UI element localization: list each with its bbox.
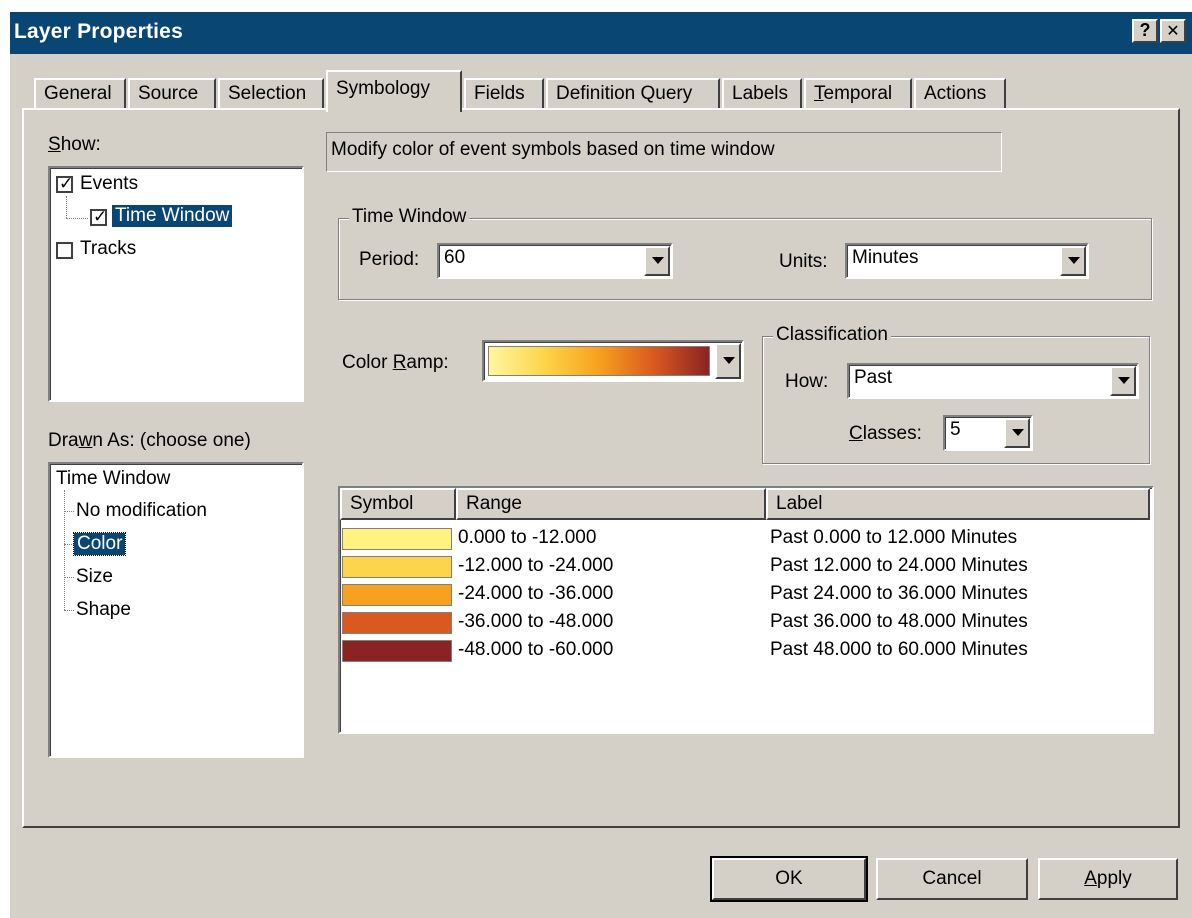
symbol-table[interactable]: Symbol Range Label 0.000 to -12.000 Past … (338, 486, 1154, 734)
units-dropdown-button[interactable] (1060, 246, 1086, 276)
layer-properties-dialog: Layer Properties ? ✕ General Source Sele… (8, 10, 1192, 918)
tab-labels[interactable]: Labels (722, 78, 802, 108)
help-button[interactable]: ? (1132, 19, 1158, 43)
tracks-checkbox[interactable] (56, 242, 73, 259)
column-header-symbol[interactable]: Symbol (340, 488, 456, 520)
check-icon: ✓ (59, 174, 74, 193)
range-cell[interactable]: 0.000 to -12.000 (458, 527, 596, 549)
show-label: Show: (48, 134, 101, 155)
chevron-down-icon (1068, 257, 1080, 264)
period-combo[interactable]: 60 (437, 243, 673, 279)
drawn-as-label: Drawn As: (choose one) (48, 430, 251, 451)
how-combo[interactable]: Past (847, 363, 1139, 399)
tree-connector (64, 577, 74, 578)
how-value: Past (854, 367, 893, 388)
ok-button[interactable]: OK (710, 856, 868, 902)
range-cell[interactable]: -12.000 to -24.000 (458, 555, 613, 577)
range-cell[interactable]: -48.000 to -60.000 (458, 639, 613, 661)
tab-actions[interactable]: Actions (914, 78, 1006, 108)
time-window-group-title: Time Window (349, 206, 470, 228)
color-ramp-combo[interactable] (482, 340, 744, 382)
chevron-down-icon (652, 257, 664, 264)
tab-general[interactable]: General (34, 78, 126, 108)
tree-connector (64, 490, 65, 610)
check-icon: ✓ (93, 207, 108, 226)
tab-symbology[interactable]: Symbology (326, 70, 462, 112)
chevron-down-icon (723, 357, 735, 364)
show-tree[interactable]: ✓ Events ✓ Time Window Tracks (48, 166, 304, 402)
color-ramp-dropdown-button[interactable] (715, 343, 741, 379)
how-label: How: (785, 371, 829, 392)
classification-group: Classification How: Past Classes: 5 (762, 324, 1150, 464)
chevron-down-icon (1012, 429, 1024, 436)
label-cell[interactable]: Past 24.000 to 36.000 Minutes (770, 583, 1028, 605)
tab-strip: General Source Selection Symbology Field… (10, 70, 1192, 112)
drawn-as-tree[interactable]: Time Window No modification Color Size S… (48, 462, 304, 758)
apply-button[interactable]: Apply (1038, 858, 1178, 900)
description-text: Modify color of event symbols based on t… (331, 139, 775, 160)
classes-value: 5 (950, 419, 961, 440)
close-button[interactable]: ✕ (1160, 19, 1186, 43)
close-icon: ✕ (1166, 23, 1180, 40)
tracks-label[interactable]: Tracks (80, 238, 136, 260)
tree-connector (66, 218, 88, 219)
title-bar[interactable]: Layer Properties ? ✕ (10, 12, 1192, 54)
column-header-label[interactable]: Label (766, 488, 1150, 520)
classes-combo[interactable]: 5 (943, 415, 1033, 451)
drawn-as-size[interactable]: Size (76, 566, 113, 588)
time-window-label[interactable]: Time Window (112, 205, 233, 227)
color-ramp-label: Color Ramp: (342, 352, 449, 373)
tab-selection[interactable]: Selection (218, 78, 324, 108)
tree-connector (64, 511, 74, 512)
label-cell[interactable]: Past 48.000 to 60.000 Minutes (770, 639, 1028, 661)
symbol-swatch[interactable] (342, 528, 452, 550)
events-checkbox[interactable]: ✓ (56, 174, 74, 193)
classes-dropdown-button[interactable] (1004, 418, 1030, 448)
tab-temporal[interactable]: Temporal (804, 78, 912, 108)
description-box: Modify color of event symbols based on t… (326, 132, 1002, 172)
window-title: Layer Properties (14, 20, 183, 43)
tab-source[interactable]: Source (128, 78, 216, 108)
period-value: 60 (444, 247, 466, 268)
tab-definition-query[interactable]: Definition Query (546, 78, 720, 108)
period-label: Period: (359, 249, 420, 270)
symbol-swatch[interactable] (342, 640, 452, 662)
tree-connector (64, 544, 74, 545)
period-dropdown-button[interactable] (644, 246, 670, 276)
time-window-checkbox[interactable]: ✓ (90, 207, 108, 226)
units-label: Units: (779, 251, 828, 272)
classes-label: Classes: (849, 423, 922, 444)
cancel-button[interactable]: Cancel (876, 858, 1028, 900)
symbol-swatch[interactable] (342, 612, 452, 634)
label-cell[interactable]: Past 0.000 to 12.000 Minutes (770, 527, 1017, 549)
symbology-page: Show: ✓ Events ✓ Time Window Tracks Draw… (22, 108, 1180, 828)
label-cell[interactable]: Past 12.000 to 24.000 Minutes (770, 555, 1028, 577)
units-value: Minutes (852, 247, 919, 268)
label-cell[interactable]: Past 36.000 to 48.000 Minutes (770, 611, 1028, 633)
symbol-swatch[interactable] (342, 584, 452, 606)
symbol-swatch[interactable] (342, 556, 452, 578)
events-label[interactable]: Events (80, 173, 138, 195)
tab-fields[interactable]: Fields (464, 78, 544, 108)
color-ramp-preview (488, 346, 710, 376)
range-cell[interactable]: -36.000 to -48.000 (458, 611, 613, 633)
time-window-group: Time Window Period: 60 Units: Minutes (338, 206, 1152, 300)
chevron-down-icon (1118, 377, 1130, 384)
tab-temporal-rest: emporal (823, 83, 893, 104)
tree-connector (66, 196, 67, 218)
tree-connector (64, 610, 74, 611)
units-combo[interactable]: Minutes (845, 243, 1089, 279)
tab-temporal-accel: T (814, 83, 824, 104)
drawn-as-root: Time Window (56, 468, 171, 489)
range-cell[interactable]: -24.000 to -36.000 (458, 583, 613, 605)
drawn-as-color[interactable]: Color (72, 532, 127, 556)
classification-group-title: Classification (773, 324, 891, 346)
drawn-as-shape[interactable]: Shape (76, 599, 131, 621)
drawn-as-no-modification[interactable]: No modification (76, 500, 207, 522)
how-dropdown-button[interactable] (1110, 366, 1136, 396)
column-header-range[interactable]: Range (456, 488, 766, 520)
